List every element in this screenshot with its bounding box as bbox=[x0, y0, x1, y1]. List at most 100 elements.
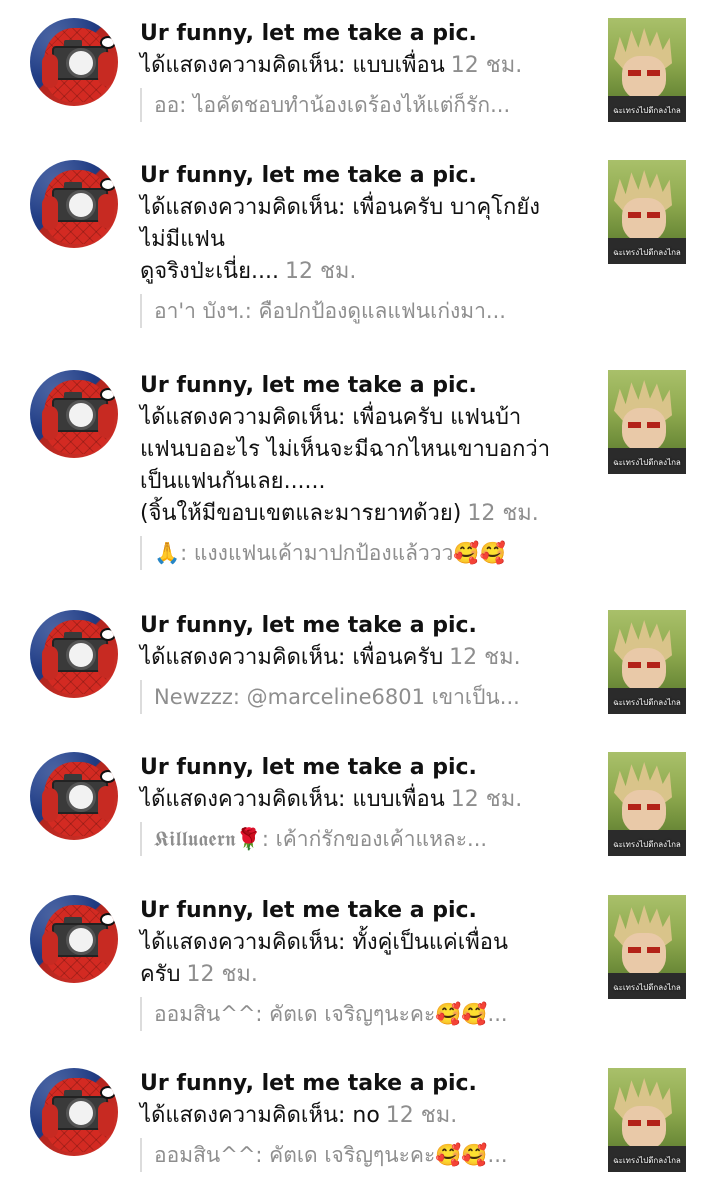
avatar-hand-right bbox=[98, 644, 114, 678]
timestamp: 12 ชม. bbox=[467, 501, 539, 526]
avatar-hand-left bbox=[42, 1104, 58, 1138]
avatar-eye bbox=[100, 1086, 116, 1099]
thumbnail-caption: ฉะเทรงไปดีกลงไกล bbox=[613, 458, 681, 467]
reply-preview[interactable]: อา'า บังฯ.: คือปกป้องดูแลแฟนเก่งมา... bbox=[140, 294, 585, 328]
avatar-hand-left bbox=[42, 406, 58, 440]
camera-lens bbox=[66, 400, 96, 430]
avatar[interactable] bbox=[30, 610, 118, 698]
reply-preview[interactable]: ออ: ไอคัตชอบทำน้องเดร้องไห้แต่ก็รัก... bbox=[140, 88, 585, 122]
avatar-eye bbox=[100, 913, 116, 926]
avatar[interactable] bbox=[30, 160, 118, 248]
post-thumbnail[interactable]: ฉะเทรงไปดีกลงไกล bbox=[608, 160, 686, 264]
thumbnail-face bbox=[622, 790, 666, 834]
reply-preview[interactable]: ออมสิน^^: คัตเด เจริญๆนะคะ🥰🥰... bbox=[140, 997, 585, 1031]
reply-preview[interactable]: 🙏: แงงแฟนเค้ามาปกป้องแล้ววว🥰🥰 bbox=[140, 536, 585, 570]
post-thumbnail[interactable]: ฉะเทรงไปดีกลงไกล bbox=[608, 370, 686, 474]
reply-preview[interactable]: ออมสิน^^: คัตเด เจริญๆนะคะ🥰🥰... bbox=[140, 1138, 585, 1172]
avatar-hand-left bbox=[42, 788, 58, 822]
post-thumbnail[interactable]: ฉะเทรงไปดีกลงไกล bbox=[608, 752, 686, 856]
comment-line: ได้แสดงความคิดเห็น: แบบเพื่อน bbox=[140, 53, 445, 78]
avatar[interactable] bbox=[30, 18, 118, 106]
comment-line: ได้แสดงความคิดเห็น: no bbox=[140, 1103, 380, 1128]
timestamp: 12 ชม. bbox=[450, 53, 523, 78]
avatar-hand-right bbox=[98, 404, 114, 438]
timestamp: 12 ชม. bbox=[385, 1103, 458, 1128]
notification-content: Ur funny, let me take a pic. ได้แสดงความ… bbox=[140, 1068, 585, 1172]
comment-text: ได้แสดงความคิดเห็น: แบบเพื่อน 12 ชม. bbox=[140, 784, 585, 816]
thumbnail-caption: ฉะเทรงไปดีกลงไกล bbox=[613, 106, 681, 115]
thumbnail-face bbox=[622, 408, 666, 452]
comment-line: เป็นแฟนกันเลย...... bbox=[140, 469, 326, 494]
notification-content: Ur funny, let me take a pic. ได้แสดงความ… bbox=[140, 18, 585, 122]
thumbnail-eyes bbox=[628, 947, 660, 953]
camera-lens bbox=[66, 925, 96, 955]
author-name[interactable]: Ur funny, let me take a pic. bbox=[140, 160, 585, 192]
avatar-hand-right bbox=[98, 1102, 114, 1136]
author-name[interactable]: Ur funny, let me take a pic. bbox=[140, 18, 585, 50]
author-name[interactable]: Ur funny, let me take a pic. bbox=[140, 752, 585, 784]
comment-line: ดูจริงป่ะเนี่ย.... bbox=[140, 259, 279, 284]
comment-line: แฟนบออะไร ไม่เห็นจะมีฉากไหนเขาบอกว่า bbox=[140, 437, 551, 462]
avatar-hand-left bbox=[42, 196, 58, 230]
comment-text: ได้แสดงความคิดเห็น: แบบเพื่อน 12 ชม. bbox=[140, 50, 585, 82]
avatar-hand-left bbox=[42, 931, 58, 965]
reply-preview[interactable]: Newzzz: @marceline6801 เขาเป็น... bbox=[140, 680, 585, 714]
thumbnail-eyes bbox=[628, 804, 660, 810]
comment-text: ได้แสดงความคิดเห็น: เพื่อนครับ 12 ชม. bbox=[140, 642, 585, 674]
timestamp: 12 ชม. bbox=[186, 962, 258, 987]
avatar-hand-right bbox=[98, 194, 114, 228]
author-name[interactable]: Ur funny, let me take a pic. bbox=[140, 1068, 585, 1100]
post-thumbnail[interactable]: ฉะเทรงไปดีกลงไกล bbox=[608, 895, 686, 999]
avatar-hand-right bbox=[98, 786, 114, 820]
author-name[interactable]: Ur funny, let me take a pic. bbox=[140, 610, 585, 642]
avatar-eye bbox=[100, 388, 116, 401]
author-name[interactable]: Ur funny, let me take a pic. bbox=[140, 370, 585, 402]
comment-line: ไม่มีแฟน bbox=[140, 227, 225, 252]
thumbnail-caption: ฉะเทรงไปดีกลงไกล bbox=[613, 698, 681, 707]
thumbnail-eyes bbox=[628, 70, 660, 76]
comment-text: ได้แสดงความคิดเห็น: เพื่อนครับ บาคุโกยัง… bbox=[140, 192, 585, 288]
thumbnail-caption: ฉะเทรงไปดีกลงไกล bbox=[613, 840, 681, 849]
camera-lens bbox=[66, 1098, 96, 1128]
avatar-eye bbox=[100, 178, 116, 191]
avatar-eye bbox=[100, 36, 116, 49]
notification-content: Ur funny, let me take a pic. ได้แสดงความ… bbox=[140, 370, 585, 570]
thumbnail-face bbox=[622, 648, 666, 692]
avatar[interactable] bbox=[30, 370, 118, 458]
thumbnail-eyes bbox=[628, 212, 660, 218]
comment-text: ได้แสดงความคิดเห็น: ทั้งคู่เป็นแค่เพื่อน… bbox=[140, 927, 585, 991]
comment-line: ได้แสดงความคิดเห็น: เพื่อนครับ แฟนบ้า bbox=[140, 405, 522, 430]
camera-lens bbox=[66, 782, 96, 812]
thumbnail-face bbox=[622, 56, 666, 100]
thumbnail-face bbox=[622, 198, 666, 242]
thumbnail-eyes bbox=[628, 662, 660, 668]
post-thumbnail[interactable]: ฉะเทรงไปดีกลงไกล bbox=[608, 1068, 686, 1172]
comment-line: ได้แสดงความคิดเห็น: เพื่อนครับ บาคุโกยัง bbox=[140, 195, 540, 220]
thumbnail-eyes bbox=[628, 422, 660, 428]
avatar-hand-left bbox=[42, 54, 58, 88]
thumbnail-caption: ฉะเทรงไปดีกลงไกล bbox=[613, 1156, 681, 1165]
avatar[interactable] bbox=[30, 752, 118, 840]
timestamp: 12 ชม. bbox=[449, 645, 521, 670]
avatar[interactable] bbox=[30, 895, 118, 983]
comment-line: (จิ้นให้มีขอบเขตและมารยาทด้วย) bbox=[140, 501, 462, 526]
avatar[interactable] bbox=[30, 1068, 118, 1156]
comment-text: ได้แสดงความคิดเห็น: เพื่อนครับ แฟนบ้า แฟ… bbox=[140, 402, 585, 530]
thumbnail-eyes bbox=[628, 1120, 660, 1126]
avatar-hand-right bbox=[98, 52, 114, 86]
camera-lens bbox=[66, 190, 96, 220]
comment-line: ได้แสดงความคิดเห็น: แบบเพื่อน bbox=[140, 787, 445, 812]
notification-content: Ur funny, let me take a pic. ได้แสดงความ… bbox=[140, 160, 585, 328]
thumbnail-face bbox=[622, 1106, 666, 1150]
thumbnail-face bbox=[622, 933, 666, 977]
timestamp: 12 ชม. bbox=[450, 787, 523, 812]
author-name[interactable]: Ur funny, let me take a pic. bbox=[140, 895, 585, 927]
reply-preview[interactable]: 𝕶𝖎𝖑𝖑𝖚𝖆𝖊𝖗𝖓🌹: เค้าก่รักของเค้าแหละ... bbox=[140, 822, 585, 856]
comment-text: ได้แสดงความคิดเห็น: no 12 ชม. bbox=[140, 1100, 585, 1132]
notification-content: Ur funny, let me take a pic. ได้แสดงความ… bbox=[140, 610, 585, 714]
post-thumbnail[interactable]: ฉะเทรงไปดีกลงไกล bbox=[608, 610, 686, 714]
avatar-hand-left bbox=[42, 646, 58, 680]
camera-lens bbox=[66, 640, 96, 670]
avatar-eye bbox=[100, 628, 116, 641]
post-thumbnail[interactable]: ฉะเทรงไปดีกลงไกล bbox=[608, 18, 686, 122]
